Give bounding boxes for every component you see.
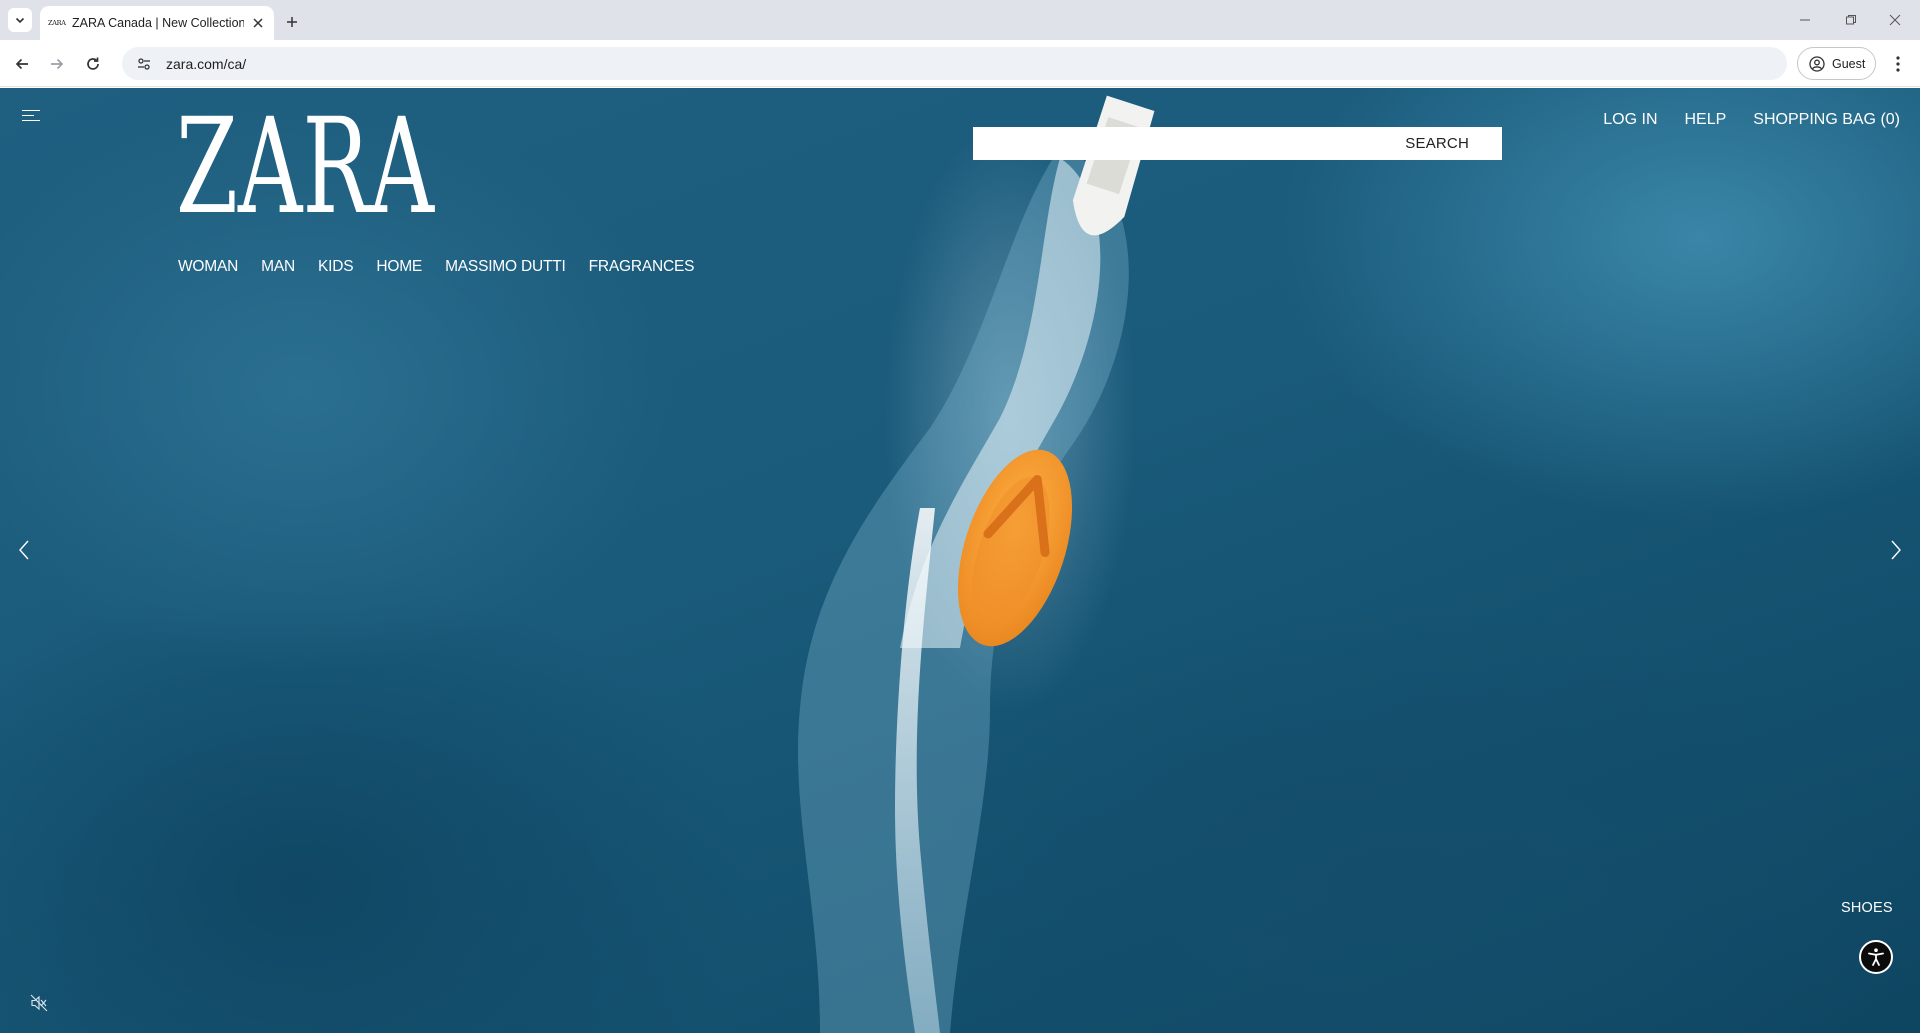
profile-button[interactable]: Guest [1797, 47, 1876, 80]
nav-massimo-dutti[interactable]: MASSIMO DUTTI [445, 258, 566, 276]
help-link[interactable]: HELP [1685, 111, 1727, 129]
tab-title: ZARA Canada | New Collection [72, 16, 244, 30]
minimize-button[interactable] [1790, 8, 1820, 32]
forward-button[interactable] [43, 50, 71, 78]
chevron-right-icon[interactable] [1887, 538, 1905, 562]
hero-banner[interactable]: ZARA WOMAN MAN KIDS HOME MASSIMO DUTTI F… [0, 88, 1920, 1033]
svg-text:ZARA: ZARA [176, 106, 435, 218]
minimize-icon [1800, 19, 1810, 21]
close-tab-button[interactable] [250, 15, 266, 31]
nav-man[interactable]: MAN [261, 258, 295, 276]
search-bar[interactable]: SEARCH [973, 127, 1502, 160]
close-icon [1889, 14, 1901, 26]
browser-toolbar: zara.com/ca/ Guest [0, 40, 1920, 87]
chevron-left-icon[interactable] [15, 538, 33, 562]
reload-icon [87, 57, 99, 70]
nav-home[interactable]: HOME [376, 258, 422, 276]
arrow-left-icon [15, 58, 28, 70]
shopping-bag-link[interactable]: SHOPPING BAG (0) [1753, 111, 1900, 129]
muted-speaker-icon[interactable] [30, 994, 48, 1012]
site-info-button[interactable] [132, 52, 156, 76]
close-window-button[interactable] [1880, 8, 1910, 32]
nav-kids[interactable]: KIDS [318, 258, 354, 276]
close-icon [253, 18, 263, 28]
zara-logo[interactable]: ZARA [176, 106, 436, 218]
zara-favicon-icon: ZARA [48, 19, 66, 27]
active-tab[interactable]: ZARA ZARA Canada | New Collection [40, 6, 274, 40]
accessibility-button[interactable] [1859, 940, 1893, 974]
account-circle-icon [1809, 55, 1825, 72]
address-bar[interactable]: zara.com/ca/ [122, 47, 1787, 80]
nav-fragrances[interactable]: FRAGRANCES [589, 258, 695, 276]
more-vert-icon [1896, 56, 1900, 72]
tune-icon [138, 57, 150, 70]
browser-menu-button[interactable] [1886, 50, 1910, 78]
plus-icon [287, 17, 297, 27]
section-tag-shoes[interactable]: SHOES [1841, 900, 1893, 916]
nav-woman[interactable]: WOMAN [178, 258, 238, 276]
hero-ocean-image [797, 95, 1155, 1033]
search-input[interactable] [974, 128, 1394, 159]
restore-icon [1846, 15, 1856, 25]
search-label[interactable]: SEARCH [1405, 135, 1469, 152]
category-nav: WOMAN MAN KIDS HOME MASSIMO DUTTI FRAGRA… [178, 258, 717, 276]
url-text[interactable]: zara.com/ca/ [166, 56, 246, 72]
browser-tab-strip: ZARA ZARA Canada | New Collection [0, 0, 1920, 40]
restore-button[interactable] [1836, 8, 1866, 32]
new-tab-button[interactable] [280, 10, 304, 34]
reload-button[interactable] [79, 50, 107, 78]
account-links: LOG IN HELP SHOPPING BAG (0) [1576, 111, 1900, 129]
login-link[interactable]: LOG IN [1603, 111, 1657, 129]
arrow-right-icon [51, 58, 64, 70]
tab-search-button[interactable] [8, 8, 32, 32]
hamburger-icon [22, 110, 40, 111]
profile-label: Guest [1832, 56, 1866, 71]
accessibility-icon [1868, 948, 1884, 966]
back-button[interactable] [8, 50, 36, 78]
menu-button[interactable] [22, 110, 40, 124]
chevron-down-icon [15, 17, 25, 24]
